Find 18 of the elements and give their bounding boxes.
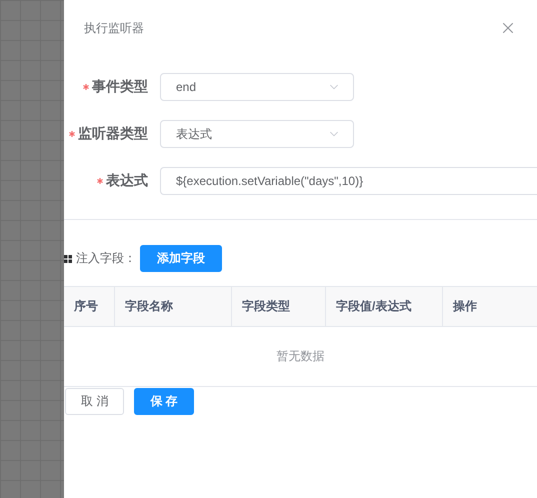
save-button[interactable]: 保 存 xyxy=(134,388,194,415)
column-header: 操作 xyxy=(452,298,478,315)
field-label: 监听器类型 xyxy=(78,125,148,143)
column-header: 序号 xyxy=(64,287,115,326)
column-header: 字段名称 xyxy=(115,287,232,326)
input-field[interactable]: ${execution.setVariable("days",10)} xyxy=(160,167,537,195)
drawer-title: 执行监听器 xyxy=(84,20,144,36)
column-header: 字段类型 xyxy=(232,287,326,326)
select-field[interactable]: end xyxy=(160,73,354,101)
column-header: 字段值/表达式 xyxy=(326,287,443,326)
cancel-button[interactable]: 取 消 xyxy=(65,388,124,415)
grid-icon xyxy=(64,254,72,262)
field-label: 事件类型 xyxy=(92,78,148,96)
inject-fields-label: 注入字段： xyxy=(76,250,136,267)
select-field[interactable]: 表达式 xyxy=(160,120,354,148)
add-field-button[interactable]: 添加字段 xyxy=(140,245,222,272)
empty-message: 暂无数据 xyxy=(276,348,324,365)
field-label: 表达式 xyxy=(106,172,148,190)
